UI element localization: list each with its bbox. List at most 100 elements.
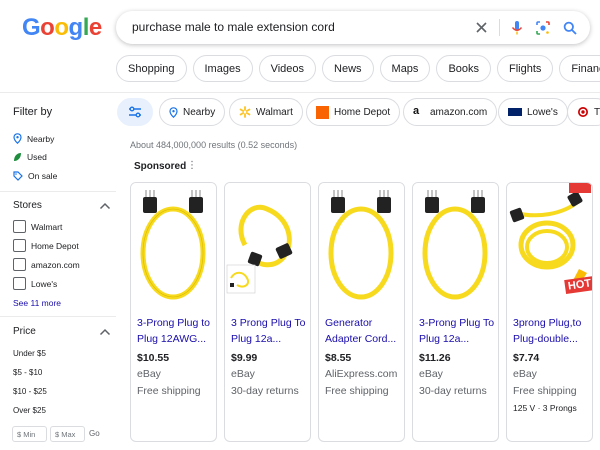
price-heading: Price <box>13 326 36 337</box>
sidebar-divider <box>0 316 116 317</box>
lens-icon[interactable] <box>534 19 551 36</box>
product-store: eBay <box>513 368 537 380</box>
chip-label: amazon.com <box>430 106 488 118</box>
chip-walmart[interactable]: Walmart <box>229 98 303 126</box>
chip-nearby[interactable]: Nearby <box>159 98 226 126</box>
google-logo[interactable]: Google <box>22 14 102 42</box>
store-label: Lowe's <box>31 278 58 289</box>
product-store: eBay <box>231 368 255 380</box>
product-card[interactable]: 3-Prong Plug To Plug 12a... $11.26 eBay … <box>412 182 499 442</box>
product-image[interactable] <box>131 183 216 308</box>
product-title[interactable]: 3-Prong Plug to Plug 12AWG... <box>137 315 215 347</box>
checkbox[interactable] <box>13 239 26 252</box>
price-under-5[interactable]: Under $5 <box>13 349 46 358</box>
store-lowes[interactable]: Lowe's <box>13 277 57 290</box>
product-title[interactable]: 3prong Plug,to Plug-double... <box>513 315 591 347</box>
product-card[interactable]: 3 Prong Plug To Plug 12a... $9.99 eBay 3… <box>224 182 311 442</box>
tag-icon <box>13 171 23 181</box>
product-title[interactable]: Generator Adapter Cord... <box>325 315 403 347</box>
filter-nearby[interactable]: Nearby <box>13 133 54 144</box>
home-depot-logo-icon <box>316 105 329 119</box>
chevron-up-icon[interactable] <box>99 328 111 336</box>
search-tabs: Shopping Images Videos News Maps Books F… <box>116 55 600 82</box>
price-over-25[interactable]: Over $25 <box>13 406 46 415</box>
location-pin-icon <box>169 106 178 118</box>
price-go-button[interactable]: Go <box>89 429 100 438</box>
min-price-input[interactable]: $ Min <box>12 426 47 442</box>
product-shipping: Free shipping <box>325 385 389 397</box>
filter-settings-chip[interactable] <box>117 98 153 126</box>
chip-label: Home Depot <box>334 106 391 118</box>
chip-home-depot[interactable]: Home Depot <box>306 98 401 126</box>
chip-label: Nearby <box>183 106 216 118</box>
lowes-logo-icon <box>508 108 522 116</box>
checkbox[interactable] <box>13 258 26 271</box>
sliders-icon <box>129 106 141 118</box>
walmart-spark-icon <box>239 106 251 118</box>
tab-news[interactable]: News <box>322 55 374 82</box>
store-walmart[interactable]: Walmart <box>13 220 62 233</box>
logo-letter: o <box>40 14 55 41</box>
search-box[interactable]: purchase male to male extension cord <box>116 11 590 44</box>
tab-shopping[interactable]: Shopping <box>116 55 187 82</box>
product-card[interactable]: HOT 3prong Plug,to Plug-double... $7.74 … <box>506 182 593 442</box>
tab-finance[interactable]: Finance <box>559 55 600 82</box>
chip-target[interactable]: T <box>567 98 600 126</box>
product-image[interactable] <box>225 183 310 308</box>
filter-used[interactable]: Used <box>13 152 47 162</box>
store-label: Walmart <box>31 221 63 232</box>
see-more-stores-link[interactable]: See 11 more <box>13 298 61 308</box>
clear-icon[interactable] <box>473 19 490 36</box>
product-card[interactable]: 3-Prong Plug to Plug 12AWG... $10.55 eBa… <box>130 182 217 442</box>
chevron-up-icon[interactable] <box>99 202 111 210</box>
tab-books[interactable]: Books <box>436 55 492 82</box>
product-title[interactable]: 3 Prong Plug To Plug 12a... <box>231 315 309 347</box>
logo-letter: g <box>68 14 84 41</box>
product-title[interactable]: 3-Prong Plug To Plug 12a... <box>419 315 497 347</box>
logo-letter: G <box>22 14 41 41</box>
chip-amazon[interactable]: a amazon.com <box>403 98 498 126</box>
tab-videos[interactable]: Videos <box>258 55 317 82</box>
product-image[interactable] <box>319 183 404 308</box>
tab-flights[interactable]: Flights <box>497 55 554 82</box>
tab-images[interactable]: Images <box>192 55 253 82</box>
product-price: $11.26 <box>419 352 451 364</box>
store-label: Home Depot <box>31 240 79 251</box>
target-logo-icon <box>578 107 588 117</box>
search-input[interactable]: purchase male to male extension cord <box>132 20 335 34</box>
search-icon[interactable] <box>561 19 578 36</box>
filter-label: On sale <box>28 171 58 181</box>
product-shipping: 30-day returns <box>231 385 299 397</box>
sponsored-label: Sponsored <box>134 161 187 172</box>
filter-on-sale[interactable]: On sale <box>13 171 57 181</box>
product-price: $9.99 <box>231 352 258 364</box>
filter-label: Used <box>27 152 47 162</box>
location-pin-icon <box>13 133 22 144</box>
search-divider <box>499 19 500 36</box>
product-shipping: Free shipping <box>513 385 577 397</box>
store-home-depot[interactable]: Home Depot <box>13 239 79 252</box>
sidebar-panel <box>0 93 124 450</box>
logo-letter: o <box>54 14 69 41</box>
product-shipping: Free shipping <box>137 385 201 397</box>
results-count: About 484,000,000 results (0.52 seconds) <box>130 140 298 150</box>
filter-label: Nearby <box>27 133 55 144</box>
tab-maps[interactable]: Maps <box>379 55 431 82</box>
checkbox[interactable] <box>13 220 26 233</box>
sidebar-divider <box>0 191 116 192</box>
chip-label: Lowe's <box>527 106 558 118</box>
checkbox[interactable] <box>13 277 26 290</box>
product-store: eBay <box>137 368 161 380</box>
product-store: AliExpress.com <box>325 368 398 380</box>
price-10-25[interactable]: $10 - $25 <box>13 387 47 396</box>
chip-label: Walmart <box>256 106 293 118</box>
store-amazon[interactable]: amazon.com <box>13 258 80 271</box>
price-5-10[interactable]: $5 - $10 <box>13 368 42 377</box>
more-options-icon[interactable]: ⋮ <box>187 160 197 171</box>
chip-lowes[interactable]: Lowe's <box>498 98 568 126</box>
product-card[interactable]: Generator Adapter Cord... $8.55 AliExpre… <box>318 182 405 442</box>
max-price-input[interactable]: $ Max <box>50 426 85 442</box>
product-image[interactable] <box>413 183 498 308</box>
microphone-icon[interactable] <box>508 19 525 36</box>
amazon-logo-icon: a <box>413 105 420 117</box>
